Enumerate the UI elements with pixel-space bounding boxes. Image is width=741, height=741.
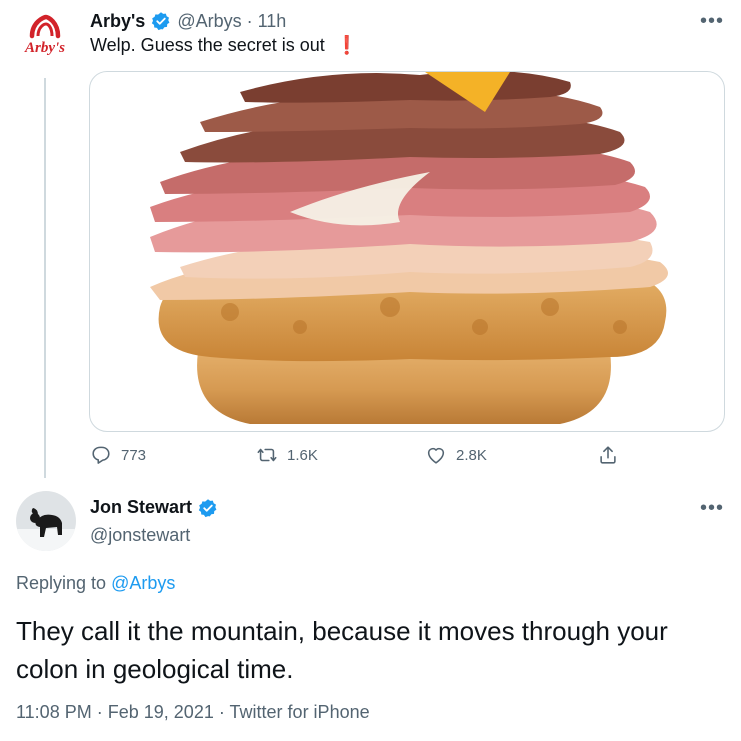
display-name[interactable]: Arby's: [90, 11, 145, 32]
tweet-text-body: Welp. Guess the secret is out: [90, 35, 325, 55]
retweet-action[interactable]: 1.6K: [256, 440, 318, 470]
arbys-logo-icon: Arby's: [24, 14, 65, 56]
timestamp[interactable]: 11h: [258, 11, 287, 32]
reply-handle[interactable]: @jonstewart: [90, 525, 190, 546]
reply-count: 773: [121, 446, 147, 464]
sandwich-image: [150, 72, 668, 424]
retweet-icon: [257, 448, 277, 462]
like-count: 2.8K: [456, 446, 487, 464]
separator: ·: [96, 702, 103, 722]
handle[interactable]: @Arbys: [177, 11, 241, 32]
reply-display-name-row: Jon Stewart: [90, 497, 224, 518]
exclamation-emoji-icon: ❗: [335, 35, 359, 55]
more-options-icon[interactable]: •••: [700, 497, 724, 520]
share-action[interactable]: [597, 440, 628, 470]
tweet-header: Arby's @Arbys · 11h: [90, 9, 286, 33]
replying-to-link[interactable]: @Arbys: [111, 573, 175, 593]
tweet-metadata: 11:08 PM · Feb 19, 2021 · Twitter for iP…: [16, 702, 370, 723]
heart-icon: [427, 447, 445, 464]
separator: ·: [218, 702, 225, 722]
reply-icon: [92, 446, 110, 464]
replying-to: Replying to @Arbys: [16, 573, 175, 594]
separator: ·: [246, 10, 253, 31]
tweet-image-sandwich[interactable]: [89, 71, 725, 432]
jon-stewart-avatar[interactable]: [16, 491, 76, 551]
retweet-count: 1.6K: [287, 446, 318, 464]
reply-time[interactable]: 11:08 PM: [16, 702, 92, 722]
more-options-icon[interactable]: •••: [700, 10, 724, 33]
reply-source[interactable]: Twitter for iPhone: [230, 702, 370, 722]
like-action[interactable]: 2.8K: [425, 440, 487, 470]
replying-prefix: Replying to: [16, 573, 107, 593]
arbys-avatar[interactable]: Arby's: [16, 10, 74, 68]
reply-date[interactable]: Feb 19, 2021: [108, 702, 214, 722]
svg-text:Arby's: Arby's: [24, 40, 65, 56]
tweet-text: Welp. Guess the secret is out ❗: [90, 35, 358, 56]
verified-badge-icon: [198, 498, 217, 517]
verified-badge-icon: [152, 12, 170, 31]
reply-text: They call it the mountain, because it mo…: [16, 616, 668, 684]
dog-photo-icon: [16, 491, 76, 551]
share-icon: [600, 446, 616, 464]
thread-connector-line: [44, 78, 46, 478]
reply-action[interactable]: 773: [90, 440, 146, 470]
reply-display-name[interactable]: Jon Stewart: [90, 497, 192, 518]
